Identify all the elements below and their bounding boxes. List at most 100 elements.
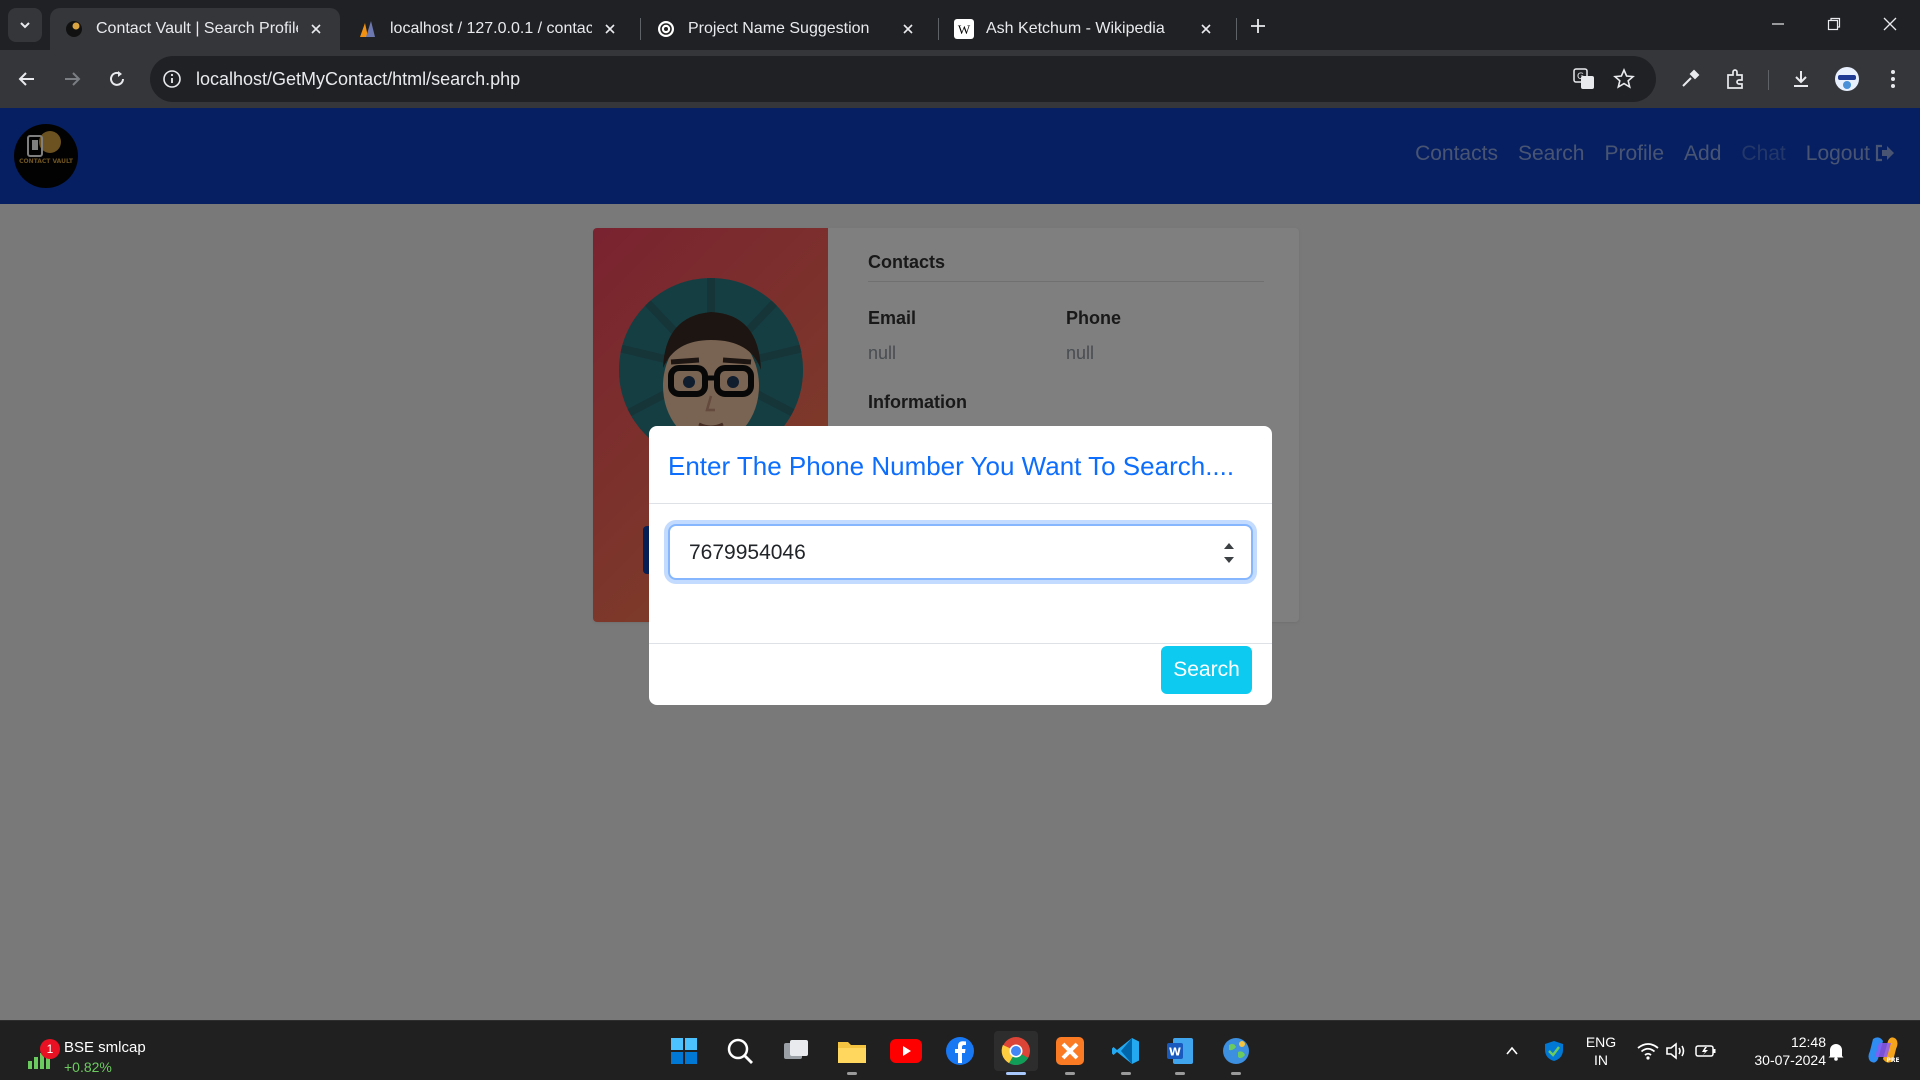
close-tab-icon[interactable] (306, 19, 326, 39)
taskbar-search-button[interactable] (718, 1031, 762, 1071)
number-spinner-icon[interactable] (1221, 538, 1237, 568)
phone-number-input[interactable]: 7679954046 (668, 524, 1253, 580)
youtube-icon (890, 1039, 922, 1063)
xampp-icon (1056, 1037, 1084, 1065)
running-indicator (1231, 1072, 1241, 1075)
globe-app-button[interactable] (1214, 1031, 1258, 1075)
phone-number-value: 7679954046 (689, 541, 806, 564)
taskbar-clock[interactable]: 12:48 30-07-2024 (1736, 1033, 1826, 1069)
extensions-puzzle-icon[interactable] (1719, 62, 1753, 96)
bookmark-star-icon[interactable] (1610, 67, 1638, 91)
search-icon (727, 1038, 753, 1064)
arrow-left-icon (18, 72, 34, 86)
profile-avatar-icon (1835, 67, 1859, 91)
tab-project-name[interactable]: Project Name Suggestion (642, 8, 932, 50)
wifi-icon (1637, 1043, 1659, 1060)
task-view-button[interactable] (774, 1031, 818, 1071)
arrow-right-icon (65, 72, 81, 86)
browser-menu-button[interactable] (1876, 62, 1910, 96)
battery-charging-icon (1695, 1045, 1716, 1057)
tab-title: localhost / 127.0.0.1 / contact_v (390, 20, 592, 37)
phpmyadmin-favicon-icon (358, 19, 378, 39)
shield-icon (1545, 1041, 1563, 1061)
tab-separator (1236, 18, 1237, 40)
back-button[interactable] (10, 62, 44, 96)
vscode-icon (1112, 1038, 1139, 1064)
tab-title: Ash Ketchum - Wikipedia (986, 20, 1165, 37)
tab-phpmyadmin[interactable]: localhost / 127.0.0.1 / contact_v (344, 8, 634, 50)
download-icon[interactable] (1784, 62, 1818, 96)
svg-text:W: W (1169, 1046, 1181, 1059)
tab-search-button[interactable] (8, 8, 42, 42)
tab-separator (938, 18, 939, 40)
plus-icon (1251, 19, 1265, 33)
wifi-tray-icon[interactable] (1636, 1039, 1660, 1063)
start-button[interactable] (662, 1031, 706, 1071)
notifications-button[interactable] (1824, 1039, 1848, 1063)
close-tab-icon[interactable] (898, 19, 918, 39)
stock-name: BSE smlcap (64, 1039, 146, 1056)
tab-title: Contact Vault | Search Profile (96, 20, 298, 37)
kebab-menu-icon (1891, 70, 1895, 88)
notification-badge: 1 (40, 1039, 60, 1059)
svg-text:PRE: PRE (1886, 1057, 1899, 1064)
copilot-button[interactable]: PRE (1866, 1035, 1900, 1065)
chatgpt-favicon-icon (656, 19, 676, 39)
modal-title: Enter The Phone Number You Want To Searc… (668, 451, 1235, 481)
stock-change: +0.82% (64, 1059, 112, 1075)
clock-time: 12:48 (1790, 1034, 1826, 1050)
clock-date: 30-07-2024 (1754, 1052, 1826, 1068)
battery-tray-icon[interactable] (1694, 1039, 1718, 1063)
close-tab-icon[interactable] (1196, 19, 1216, 39)
tab-contact-vault[interactable]: Contact Vault | Search Profile (50, 8, 340, 50)
chevron-up-icon (1506, 1046, 1518, 1055)
close-tab-icon[interactable] (600, 19, 620, 39)
running-indicator (1065, 1072, 1075, 1075)
active-indicator (1006, 1072, 1026, 1075)
chrome-button[interactable] (994, 1031, 1038, 1075)
search-button[interactable]: Search (1161, 646, 1252, 694)
language-code: ENG (1585, 1034, 1617, 1050)
globe-icon (1223, 1038, 1249, 1064)
reload-button[interactable] (100, 62, 134, 96)
profile-avatar[interactable] (1830, 62, 1864, 96)
youtube-button[interactable] (884, 1031, 928, 1071)
address-bar[interactable]: localhost/GetMyContact/html/search.php G (150, 56, 1656, 102)
search-phone-modal: Enter The Phone Number You Want To Searc… (649, 426, 1272, 705)
site-info-icon[interactable] (160, 67, 184, 91)
defender-tray-icon[interactable] (1542, 1039, 1566, 1063)
address-url[interactable]: localhost/GetMyContact/html/search.php (196, 69, 520, 90)
bell-icon (1828, 1044, 1844, 1061)
new-tab-button[interactable] (1244, 12, 1272, 40)
minimize-icon (1772, 23, 1784, 25)
tab-wikipedia[interactable]: W Ash Ketchum - Wikipedia (940, 8, 1230, 50)
minimize-button[interactable] (1756, 6, 1800, 42)
forward-button[interactable] (55, 62, 89, 96)
close-icon (1883, 17, 1897, 31)
close-window-button[interactable] (1868, 6, 1912, 42)
running-indicator (1121, 1072, 1131, 1075)
eyedropper-extension-icon[interactable] (1673, 62, 1707, 96)
show-hidden-icons-button[interactable] (1500, 1039, 1524, 1063)
volume-tray-icon[interactable] (1664, 1039, 1688, 1063)
svg-text:G: G (1577, 72, 1584, 82)
windows-start-icon (671, 1038, 697, 1064)
translate-icon[interactable]: G (1570, 67, 1598, 91)
windows-taskbar: 1 BSE smlcap +0.82% W ENG IN 12:48 30-07… (0, 1020, 1920, 1080)
file-explorer-button[interactable] (830, 1031, 874, 1075)
running-indicator (1175, 1072, 1185, 1075)
contact-vault-favicon-icon (64, 19, 84, 39)
folder-icon (838, 1042, 866, 1063)
word-button[interactable]: W (1158, 1031, 1202, 1075)
stock-widget[interactable]: 1 BSE smlcap +0.82% (26, 1031, 156, 1075)
input-language-indicator[interactable]: ENG IN (1582, 1033, 1620, 1069)
vscode-button[interactable] (1104, 1031, 1148, 1075)
chevron-down-icon (20, 22, 30, 29)
language-region: IN (1594, 1052, 1608, 1068)
facebook-icon (946, 1037, 974, 1065)
xampp-button[interactable] (1048, 1031, 1092, 1075)
toolbar-divider (1768, 70, 1769, 90)
reload-icon (110, 71, 124, 86)
restore-button[interactable] (1812, 6, 1856, 42)
facebook-button[interactable] (938, 1031, 982, 1071)
